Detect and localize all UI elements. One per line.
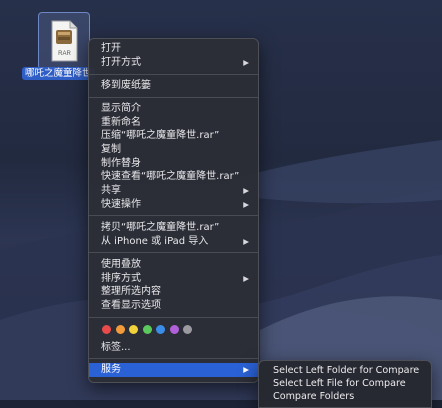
menu-item-move-to-trash[interactable]: 移到废纸篓 xyxy=(89,79,258,92)
menu-item-clean-up-selection[interactable]: 整理所选内容 xyxy=(89,285,258,298)
menu-item-label: 重新命名 xyxy=(101,117,141,128)
menu-separator xyxy=(89,252,258,253)
menu-item-label: 标签... xyxy=(101,342,131,353)
tag-color-dot-1[interactable] xyxy=(115,325,125,334)
submenu-arrow-icon: ▶ xyxy=(243,274,249,283)
submenu-arrow-icon: ▶ xyxy=(243,200,249,209)
menu-separator xyxy=(89,74,258,75)
tag-color-dot-6[interactable] xyxy=(183,325,192,334)
service-item-label: Select Left File for Compare xyxy=(273,378,406,389)
menu-item-label: 拷贝“哪吒之魔童降世.rar” xyxy=(101,222,220,233)
tag-color-row xyxy=(102,325,192,337)
menu-separator xyxy=(89,317,258,318)
tag-color-dot-2[interactable] xyxy=(129,325,138,334)
tag-color-dot-3[interactable] xyxy=(142,325,152,334)
tag-color-dot-4[interactable] xyxy=(156,325,165,334)
menu-item-label: 快速操作 xyxy=(101,199,141,210)
menu-item-quick-look[interactable]: 快速查看“哪吒之魔童降世.rar” xyxy=(89,170,258,183)
menu-item-label: 服务 xyxy=(101,364,121,375)
menu-item-tags[interactable]: 标签... xyxy=(89,341,258,354)
menu-item-show-view-options[interactable]: 查看显示选项 xyxy=(89,299,258,312)
menu-item-quick-actions[interactable]: 快速操作 ▶ xyxy=(89,198,258,211)
file-type-text: RAR xyxy=(58,51,71,57)
menu-item-label: 移到废纸篓 xyxy=(101,80,151,91)
menu-item-compress[interactable]: 压缩“哪吒之魔童降世.rar” xyxy=(89,129,258,142)
menu-item-services[interactable]: 服务 ▶ xyxy=(89,363,258,377)
menu-item-sort-by[interactable]: 排序方式 ▶ xyxy=(89,272,258,285)
menu-separator xyxy=(89,97,258,98)
service-item-select-left-folder[interactable]: Select Left Folder for Compare xyxy=(259,364,431,377)
services-submenu: Select Left Folder for Compare Select Le… xyxy=(258,360,432,408)
menu-separator xyxy=(89,215,258,216)
menu-item-label: 使用叠放 xyxy=(101,259,141,270)
service-item-label: Select Left Folder for Compare xyxy=(273,365,420,376)
menu-item-label: 制作替身 xyxy=(101,158,141,169)
context-menu: 打开 打开方式 ▶ 移到废纸篓 显示简介 重新命名 压缩“哪吒之魔童降世.rar”… xyxy=(88,38,259,383)
menu-item-label: 打开 xyxy=(101,43,121,54)
menu-item-label: 打开方式 xyxy=(101,57,141,68)
submenu-arrow-icon: ▶ xyxy=(243,186,249,195)
menu-item-label: 整理所选内容 xyxy=(101,286,161,297)
menu-item-label: 共享 xyxy=(101,185,121,196)
menu-item-open[interactable]: 打开 xyxy=(89,42,258,55)
menu-item-label: 排序方式 xyxy=(101,273,141,284)
menu-item-use-stacks[interactable]: 使用叠放 xyxy=(89,258,258,271)
menu-item-label: 快速查看“哪吒之魔童降世.rar” xyxy=(101,171,240,182)
menu-item-label: 查看显示选项 xyxy=(101,300,161,311)
menu-item-copy[interactable]: 拷贝“哪吒之魔童降世.rar” xyxy=(89,221,258,234)
menu-item-rename[interactable]: 重新命名 xyxy=(89,116,258,129)
menu-item-open-with[interactable]: 打开方式 ▶ xyxy=(89,56,258,69)
menu-item-make-alias[interactable]: 制作替身 xyxy=(89,157,258,170)
file-name-label[interactable]: 哪吒之魔童降世 xyxy=(22,67,95,80)
menu-item-label: 从 iPhone 或 iPad 导入 xyxy=(101,236,209,247)
menu-item-label: 显示简介 xyxy=(101,103,141,114)
menu-item-label: 压缩“哪吒之魔童降世.rar” xyxy=(101,130,220,141)
menu-separator xyxy=(89,358,258,359)
archive-icon: RAR xyxy=(51,20,78,62)
service-item-compare-folders[interactable]: Compare Folders xyxy=(259,390,431,403)
menu-item-get-info[interactable]: 显示简介 xyxy=(89,102,258,115)
service-item-select-left-file[interactable]: Select Left File for Compare xyxy=(259,377,431,390)
rar-file-icon[interactable]: RAR xyxy=(38,12,90,70)
tag-color-dot-5[interactable] xyxy=(169,325,179,334)
menu-item-share[interactable]: 共享 ▶ xyxy=(89,184,258,197)
menu-item-import-from-iphone[interactable]: 从 iPhone 或 iPad 导入 ▶ xyxy=(89,235,258,248)
tag-color-dot-0[interactable] xyxy=(102,325,111,334)
service-item-label: Compare Folders xyxy=(273,391,355,402)
menu-item-label: 复制 xyxy=(101,144,121,155)
menu-item-duplicate[interactable]: 复制 xyxy=(89,143,258,156)
submenu-arrow-icon: ▶ xyxy=(243,58,249,67)
submenu-arrow-icon: ▶ xyxy=(243,237,249,246)
submenu-arrow-icon: ▶ xyxy=(243,365,249,374)
